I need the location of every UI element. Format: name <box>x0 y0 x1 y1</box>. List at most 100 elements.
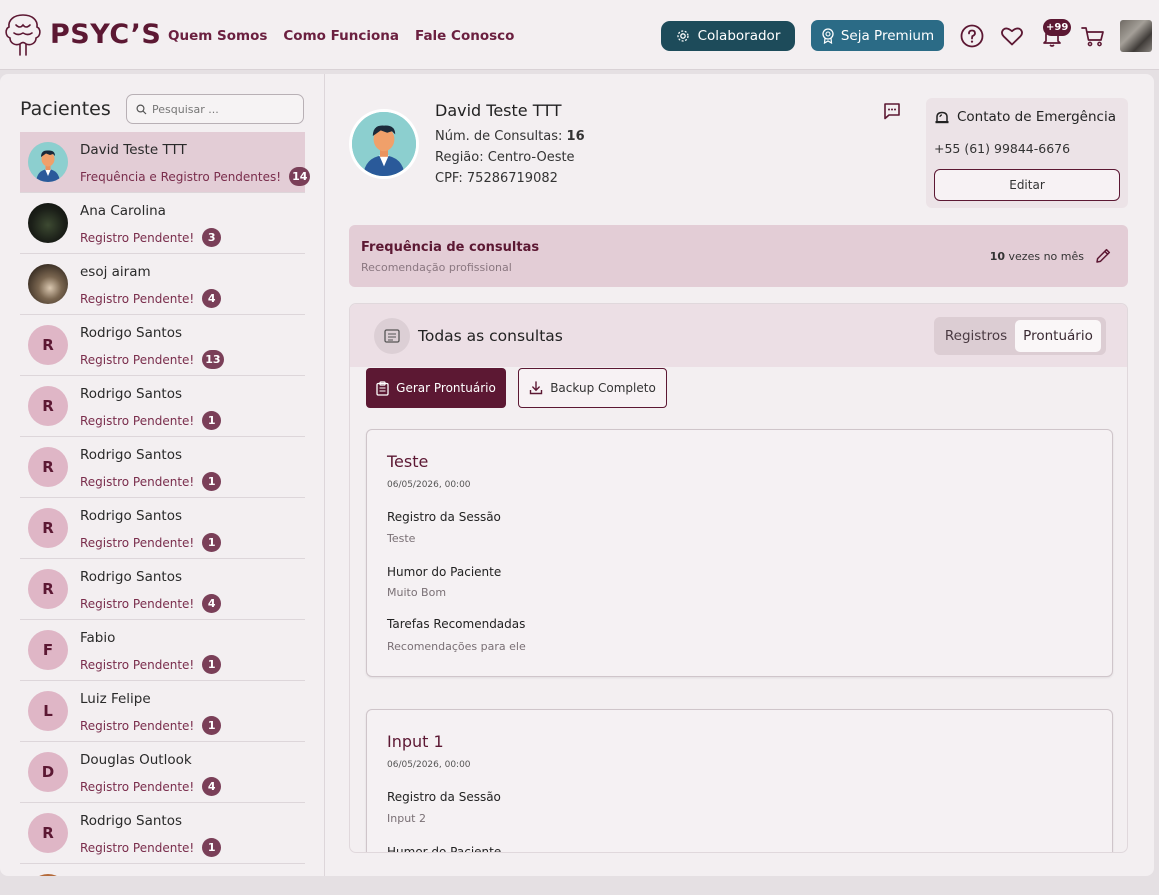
brain-tree-icon <box>5 14 41 56</box>
backup-completo-button[interactable]: Backup Completo <box>518 368 667 408</box>
avatar: L <box>28 691 68 731</box>
patient-item[interactable]: F Fabio Registro Pendente! 1 <box>20 620 305 681</box>
patient-status: Frequência e Registro Pendentes! 14 <box>80 167 311 186</box>
frequency-unit: vezes no mês <box>1008 250 1084 263</box>
help-icon[interactable] <box>959 23 985 49</box>
field-value: Muito Bom <box>387 586 447 599</box>
avatar: R <box>28 386 68 426</box>
tab-prontuario[interactable]: Prontuário <box>1015 320 1101 352</box>
premium-label: Seja Premium <box>840 27 935 44</box>
avatar: F <box>28 630 68 670</box>
emergency-contact-card: Contato de Emergência +55 (61) 99844-667… <box>926 98 1128 208</box>
tab-registros[interactable]: Registros <box>937 320 1015 352</box>
frequency-panel: Frequência de consultas Recomendação pro… <box>349 225 1128 287</box>
emergency-title-text: Contato de Emergência <box>957 109 1116 125</box>
premium-button[interactable]: Seja Premium <box>811 20 944 51</box>
patient-item[interactable] <box>20 864 305 876</box>
user-avatar[interactable] <box>1120 20 1152 52</box>
avatar: R <box>28 447 68 487</box>
status-text: Registro Pendente! <box>80 718 195 733</box>
patient-item[interactable]: R Rodrigo Santos Registro Pendente! 1 <box>20 437 305 498</box>
patient-status: Registro Pendente! 4 <box>80 594 222 613</box>
status-text: Registro Pendente! <box>80 291 195 306</box>
gerar-prontuario-button[interactable]: Gerar Prontuário <box>366 368 506 408</box>
patient-name: Rodrigo Santos <box>80 569 183 585</box>
frequency-value: 10 vezes no mês <box>990 250 1084 263</box>
search-input[interactable] <box>152 102 292 116</box>
top-header: PSYC’S Quem Somos Como Funciona Fale Con… <box>0 0 1159 70</box>
pencil-icon[interactable] <box>1094 247 1112 265</box>
colaborador-label: Colaborador <box>697 28 781 44</box>
patients-sidebar: Pacientes David Teste TTT Frequência e R… <box>0 74 325 876</box>
patient-item[interactable]: R Rodrigo Santos Registro Pendente! 13 <box>20 315 305 376</box>
patient-item[interactable]: R Rodrigo Santos Registro Pendente! 1 <box>20 803 305 864</box>
patient-item[interactable]: R Rodrigo Santos Registro Pendente! 1 <box>20 376 305 437</box>
avatar: R <box>28 508 68 548</box>
sidebar-title: Pacientes <box>20 98 111 120</box>
main-nav: Quem Somos Como Funciona Fale Conosco <box>168 28 514 44</box>
pending-count-badge: 4 <box>202 289 222 308</box>
patient-item[interactable]: R Rodrigo Santos Registro Pendente! 1 <box>20 498 305 559</box>
chat-icon[interactable] <box>882 101 902 121</box>
status-text: Registro Pendente! <box>80 840 195 855</box>
consultas-value: 16 <box>566 129 585 144</box>
patient-item[interactable]: D Douglas Outlook Registro Pendente! 4 <box>20 742 305 803</box>
card-date: 06/05/2026, 00:00 <box>387 760 471 770</box>
patient-item[interactable]: L Luiz Felipe Registro Pendente! 1 <box>20 681 305 742</box>
field-label: Tarefas Recomendadas <box>387 617 526 631</box>
gerar-label: Gerar Prontuário <box>396 381 496 395</box>
patient-item[interactable]: R Rodrigo Santos Registro Pendente! 4 <box>20 559 305 620</box>
patient-name: Rodrigo Santos <box>80 447 183 463</box>
status-text: Registro Pendente! <box>80 596 195 611</box>
patient-name: Luiz Felipe <box>80 691 151 707</box>
brand-logo[interactable]: PSYC’S <box>2 11 161 57</box>
patient-status: Registro Pendente! 4 <box>80 777 222 796</box>
frequency-number: 10 <box>989 250 1006 263</box>
status-text: Registro Pendente! <box>80 535 195 550</box>
patient-item[interactable]: Ana Carolina Registro Pendente! 3 <box>20 193 305 254</box>
patient-status: Registro Pendente! 1 <box>80 716 222 735</box>
pending-count-badge: 14 <box>289 167 311 186</box>
avatar-illustration <box>352 112 416 176</box>
patient-name: Douglas Outlook <box>80 752 192 768</box>
consultas-count: Núm. de Consultas: 16 <box>435 129 585 144</box>
notifications-badge: +99 <box>1043 19 1072 36</box>
patient-name: David Teste TTT <box>435 101 562 120</box>
search-box[interactable] <box>126 94 304 124</box>
pending-count-badge: 1 <box>202 716 222 735</box>
heart-icon[interactable] <box>999 23 1025 49</box>
field-value: Recomendações para ele <box>387 640 526 653</box>
patient-status: Registro Pendente! 1 <box>80 472 222 491</box>
nav-quem-somos[interactable]: Quem Somos <box>168 28 267 44</box>
pending-count-badge: 1 <box>202 411 222 430</box>
cart-icon[interactable] <box>1080 23 1106 49</box>
patient-cpf: CPF: 75286719082 <box>435 171 558 186</box>
patient-name: Rodrigo Santos <box>80 386 183 402</box>
avatar-illustration <box>28 142 68 182</box>
patient-region: Região: Centro-Oeste <box>435 150 575 165</box>
patient-name: Rodrigo Santos <box>80 508 183 524</box>
frequency-subtitle: Recomendação profissional <box>361 261 512 274</box>
patient-item[interactable]: David Teste TTT Frequência e Registro Pe… <box>20 132 311 193</box>
avatar: R <box>28 325 68 365</box>
brand-name: PSYC’S <box>50 18 162 50</box>
pending-count-badge: 1 <box>202 533 222 552</box>
avatar <box>28 142 68 182</box>
patient-item[interactable]: esoj airam Registro Pendente! 4 <box>20 254 305 315</box>
search-icon <box>136 103 147 114</box>
avatar: D <box>28 752 68 792</box>
patient-status: Registro Pendente! 1 <box>80 655 222 674</box>
patient-status: Registro Pendente! 3 <box>80 228 222 247</box>
pending-count-badge: 13 <box>202 350 224 369</box>
pending-count-badge: 1 <box>202 838 222 857</box>
avatar <box>28 264 68 304</box>
nav-fale-conosco[interactable]: Fale Conosco <box>415 28 514 44</box>
nav-como-funciona[interactable]: Como Funciona <box>283 28 399 44</box>
edit-emergency-button[interactable]: Editar <box>934 169 1120 201</box>
download-icon <box>530 381 543 395</box>
consultations-header: Todas as consultas Registros Prontuário <box>350 304 1127 367</box>
clipboard-icon <box>376 380 389 396</box>
colaborador-button[interactable]: Colaborador <box>661 21 795 51</box>
patient-status: Registro Pendente! 1 <box>80 411 222 430</box>
status-text: Registro Pendente! <box>80 657 195 672</box>
